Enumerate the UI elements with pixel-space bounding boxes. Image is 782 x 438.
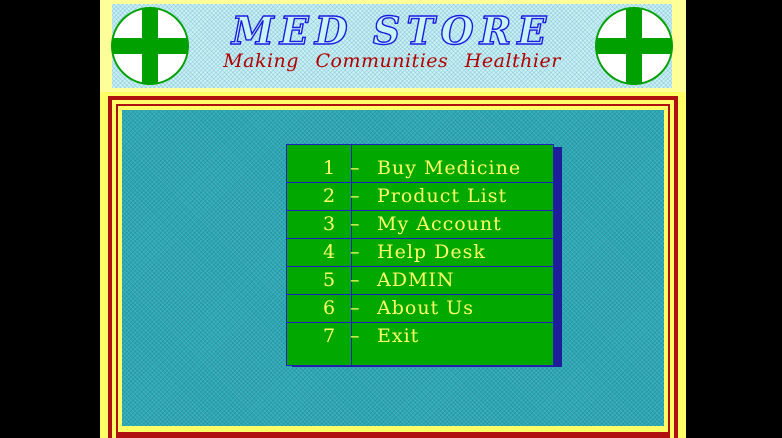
menu-item-label: About Us — [377, 297, 474, 319]
header: MED STORE Making Communities Healthier — [100, 0, 686, 92]
menu-item-key: 7 — [323, 325, 336, 347]
menu-item-label: Exit — [377, 325, 420, 347]
menu-item-product-list[interactable]: 2 – Product List — [287, 183, 553, 211]
menu-item-label: My Account — [377, 213, 502, 235]
menu-item-help-desk[interactable]: 4 – Help Desk — [287, 239, 553, 267]
menu-item-key: 6 — [323, 297, 336, 319]
app-tagline: Making Communities Healthier — [223, 50, 561, 72]
menu-item-separator: – — [350, 269, 360, 291]
menu-item-exit[interactable]: 7 – Exit — [287, 323, 553, 351]
menu-item-key: 1 — [323, 157, 336, 179]
banner: MED STORE Making Communities Healthier — [111, 4, 673, 88]
menu-item-separator: – — [350, 213, 360, 235]
menu-item-label: Product List — [377, 185, 508, 207]
main-menu: 1 – Buy Medicine 2 – Product List 3 – My… — [286, 144, 554, 366]
menu-item-label: Buy Medicine — [377, 157, 522, 179]
menu-item-buy-medicine[interactable]: 1 – Buy Medicine — [287, 155, 553, 183]
menu-item-key: 2 — [323, 185, 336, 207]
menu-item-label: Help Desk — [377, 241, 486, 263]
medical-cross-icon — [595, 7, 673, 85]
menu-item-key: 3 — [323, 213, 336, 235]
menu-item-label: ADMIN — [377, 269, 455, 291]
app-screen: MED STORE Making Communities Healthier 1… — [100, 0, 686, 438]
menu-item-my-account[interactable]: 3 – My Account — [287, 211, 553, 239]
menu-item-admin[interactable]: 5 – ADMIN — [287, 267, 553, 295]
menu-item-separator: – — [350, 325, 360, 347]
menu-item-separator: – — [350, 157, 360, 179]
menu-item-key: 4 — [323, 241, 336, 263]
main-panel: 1 – Buy Medicine 2 – Product List 3 – My… — [122, 110, 664, 426]
menu-item-separator: – — [350, 185, 360, 207]
menu-item-key: 5 — [323, 269, 336, 291]
menu-item-separator: – — [350, 241, 360, 263]
menu-item-separator: – — [350, 297, 360, 319]
menu-item-about-us[interactable]: 6 – About Us — [287, 295, 553, 323]
app-title: MED STORE — [231, 7, 553, 53]
